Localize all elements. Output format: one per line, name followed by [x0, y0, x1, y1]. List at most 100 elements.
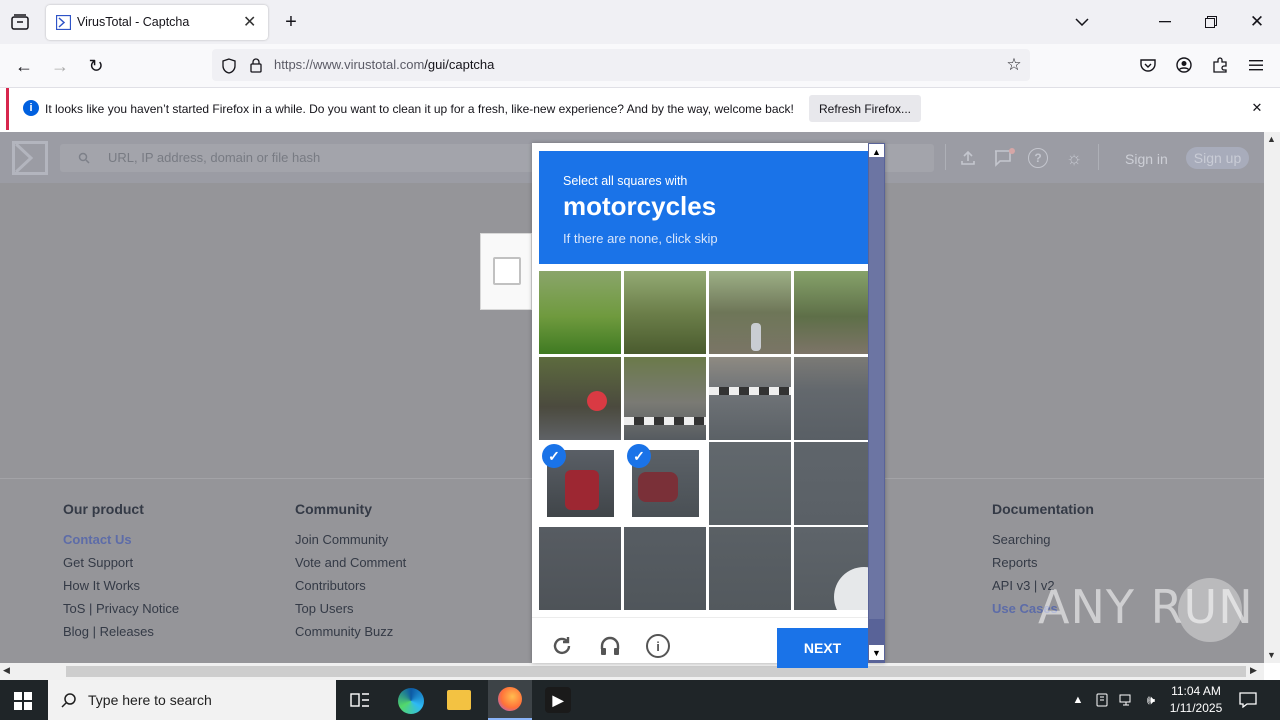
task-view-icon[interactable] [348, 688, 372, 712]
notification-text: It looks like you haven’t started Firefo… [45, 102, 794, 116]
captcha-tile[interactable] [624, 271, 706, 354]
footer-link[interactable]: Searching [992, 532, 1094, 547]
captcha-tile[interactable] [539, 527, 621, 610]
captcha-tile[interactable] [709, 271, 791, 354]
file-explorer-icon[interactable] [447, 690, 471, 710]
url-text[interactable]: https://www.virustotal.com/gui/captcha [274, 57, 494, 72]
footer-link[interactable]: How It Works [63, 578, 179, 593]
motorcycle [638, 472, 678, 502]
chevron-down-icon[interactable] [1072, 12, 1092, 32]
upload-icon[interactable] [958, 148, 978, 168]
curb [624, 417, 706, 425]
page-vertical-scrollbar[interactable]: ▲ ▼ [1264, 132, 1280, 663]
account-icon[interactable] [1174, 54, 1194, 76]
theme-sun-icon[interactable]: ☼ [1063, 147, 1085, 169]
new-tab-icon[interactable]: + [280, 10, 302, 34]
footer-heading: Our product [63, 501, 144, 517]
restore-icon[interactable] [1202, 12, 1220, 32]
refresh-firefox-button[interactable]: Refresh Firefox... [809, 95, 921, 122]
scroll-left-icon[interactable]: ◀ [3, 665, 10, 676]
firefox-taskbar-item[interactable] [488, 680, 532, 720]
captcha-tile[interactable] [624, 357, 706, 440]
list-all-tabs-icon[interactable] [8, 10, 32, 34]
help-icon[interactable]: ? [1028, 148, 1048, 168]
captcha-tile[interactable] [794, 527, 876, 610]
sign-in-link[interactable]: Sign in [1125, 151, 1168, 167]
pocket-icon[interactable] [1138, 54, 1158, 76]
forward-icon[interactable]: → [48, 54, 72, 78]
menu-icon[interactable] [1246, 54, 1266, 76]
search-placeholder: URL, IP address, domain or file hash [108, 150, 321, 165]
url-bar[interactable]: https://www.virustotal.com/gui/captcha ☆ [212, 49, 1030, 81]
curb [709, 387, 791, 395]
shield-icon[interactable] [220, 57, 238, 75]
search-icon [60, 691, 78, 709]
tab-virustotal[interactable]: VirusTotal - Captcha ✕ [46, 5, 268, 40]
footer-link[interactable]: Contact Us [63, 532, 179, 547]
taskbar-search-box[interactable]: Type here to search [48, 680, 336, 720]
captcha-tile[interactable] [794, 271, 876, 354]
captcha-tile[interactable] [539, 271, 621, 354]
footer-link[interactable]: Vote and Comment [295, 555, 406, 570]
info-challenge-icon[interactable]: i [646, 634, 670, 658]
extensions-icon[interactable] [1210, 54, 1230, 76]
footer-heading: Documentation [992, 501, 1094, 517]
network-card-icon[interactable] [1094, 692, 1110, 708]
scroll-down-icon[interactable]: ▼ [1267, 650, 1276, 660]
captcha-tile[interactable] [794, 357, 876, 440]
taskbar-clock[interactable]: 11:04 AM 1/11/2025 [1168, 684, 1224, 715]
scroll-down-icon[interactable]: ▼ [869, 645, 884, 660]
close-window-icon[interactable]: ✕ [1248, 12, 1266, 32]
captcha-tile[interactable] [709, 442, 791, 525]
bookmark-star-icon[interactable]: ☆ [1004, 55, 1024, 75]
network-icon[interactable] [1118, 692, 1136, 708]
anyrun-app-icon[interactable]: ▶ [545, 687, 571, 713]
captcha-tile[interactable] [624, 527, 706, 610]
captcha-tile-selected[interactable]: ✓ [624, 442, 706, 525]
page-horizontal-scrollbar[interactable]: ◀ ▶ [0, 663, 1264, 680]
footer-col-community: Community Join Community Vote and Commen… [295, 501, 406, 639]
next-button[interactable]: NEXT [777, 628, 868, 668]
scroll-up-icon[interactable]: ▲ [1267, 134, 1276, 144]
sign-up-button[interactable]: Sign up [1186, 147, 1249, 169]
tab-bar: VirusTotal - Captcha ✕ + ✕ [0, 0, 1280, 44]
captcha-scrollbar[interactable]: ▲ ▼ [868, 143, 885, 663]
captcha-tile-selected[interactable]: ✓ [539, 442, 621, 525]
captcha-tile[interactable] [539, 357, 621, 440]
footer-link[interactable]: Get Support [63, 555, 179, 570]
footer-link[interactable]: ToS | Privacy Notice [63, 601, 179, 616]
edge-icon[interactable] [398, 688, 424, 714]
captcha-tile[interactable] [794, 442, 876, 525]
footer-link[interactable]: Reports [992, 555, 1094, 570]
scroll-right-icon[interactable]: ▶ [1250, 665, 1257, 676]
motorcycle [565, 470, 599, 510]
chat-icon[interactable] [992, 147, 1016, 169]
lock-icon[interactable] [248, 56, 264, 74]
minimize-icon[interactable] [1156, 12, 1174, 32]
volume-icon[interactable]: 🕪 [1142, 692, 1160, 708]
reload-icon[interactable]: ↻ [84, 54, 108, 78]
notifications-icon[interactable] [1238, 690, 1258, 710]
scrollbar-thumb[interactable] [66, 666, 1246, 677]
captcha-prompt: Select all squares with motorcycles If t… [539, 151, 868, 264]
footer-link[interactable]: Top Users [295, 601, 406, 616]
footer-link[interactable]: Contributors [295, 578, 406, 593]
close-tab-icon[interactable]: ✕ [243, 12, 256, 32]
reload-challenge-icon[interactable] [550, 634, 574, 658]
scrollbar-thumb[interactable] [869, 157, 884, 619]
captcha-tile[interactable] [709, 357, 791, 440]
captcha-instruction: Select all squares with [563, 174, 688, 188]
windows-start-icon[interactable] [12, 690, 34, 712]
footer-link[interactable]: Blog | Releases [63, 624, 179, 639]
captcha-tile[interactable] [709, 527, 791, 610]
footer-link[interactable]: Community Buzz [295, 624, 406, 639]
footer-link[interactable]: Join Community [295, 532, 406, 547]
show-hidden-icons-icon[interactable]: ▲ [1070, 692, 1086, 708]
audio-challenge-icon[interactable] [598, 634, 622, 658]
close-notification-icon[interactable]: ✕ [1249, 100, 1265, 116]
windows-taskbar: Type here to search ▶ ▲ 🕪 11:04 AM 1/11/… [0, 680, 1280, 720]
captcha-challenge: Select all squares with motorcycles If t… [532, 143, 885, 668]
back-icon[interactable]: ← [12, 54, 36, 78]
pedestrian [751, 323, 761, 351]
captcha-checkbox[interactable] [493, 257, 521, 285]
